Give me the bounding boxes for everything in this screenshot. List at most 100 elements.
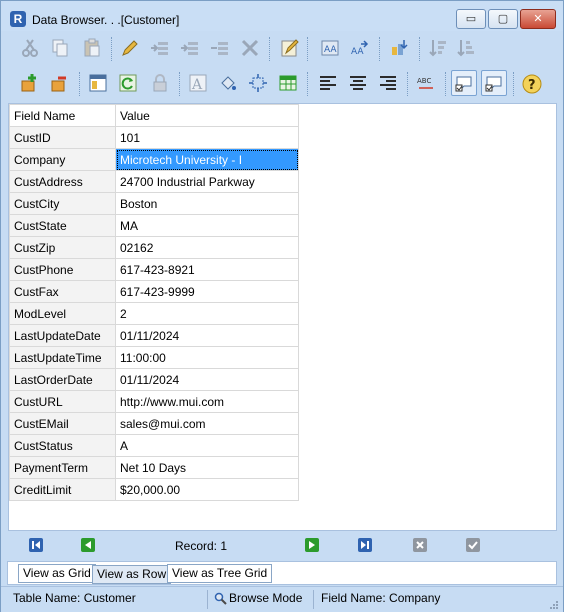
field-name-cell: ModLevel: [9, 302, 116, 325]
add-icon[interactable]: [17, 70, 43, 96]
table-row[interactable]: CustCity Boston: [9, 192, 299, 215]
field-name-cell: CustStatus: [9, 434, 116, 457]
refresh-icon[interactable]: [115, 70, 141, 96]
fit-icon[interactable]: [245, 70, 271, 96]
record-grid: Field Name Value CustID 101 Company Microt…: [9, 104, 299, 501]
table-row[interactable]: CustState MA: [9, 214, 299, 237]
cut-icon[interactable]: [17, 35, 43, 61]
lock-icon[interactable]: [147, 70, 173, 96]
table-row[interactable]: LastUpdateDate 01/11/2024: [9, 324, 299, 347]
align-right-icon[interactable]: [375, 70, 401, 96]
table-row[interactable]: Company Microtech University - I: [9, 148, 299, 171]
next-record-icon[interactable]: [305, 538, 319, 552]
table-row[interactable]: CustStatus A: [9, 434, 299, 457]
first-record-icon[interactable]: [29, 538, 43, 552]
toolbar-separator: [307, 72, 308, 96]
status-divider: [313, 590, 314, 609]
tab-view-as-grid[interactable]: View as Grid: [18, 564, 96, 583]
record-grid-area: Field Name Value CustID 101 Company Microt…: [8, 103, 557, 531]
paste-icon[interactable]: [79, 35, 105, 61]
field-value-cell[interactable]: 01/11/2024: [115, 324, 299, 347]
edit-record-icon[interactable]: [277, 35, 303, 61]
sort-ascending-icon[interactable]: [425, 35, 451, 61]
cancel-icon[interactable]: [413, 538, 427, 552]
field-name-cell: CustEMail: [9, 412, 116, 435]
data-browser-window: R Data Browser. . .[Customer] ▭ ▢ ✕ AA A…: [0, 0, 564, 612]
field-name-cell: CreditLimit: [9, 478, 116, 501]
append-row-icon[interactable]: [207, 35, 233, 61]
svg-text:AA: AA: [351, 47, 364, 57]
insert-row-after-icon[interactable]: [177, 35, 203, 61]
field-value-cell[interactable]: 617-423-8921: [115, 258, 299, 281]
column-header-field-name[interactable]: Field Name: [9, 104, 116, 127]
field-value-cell[interactable]: http://www.mui.com: [115, 390, 299, 413]
field-name-cell: CustFax: [9, 280, 116, 303]
help-icon[interactable]: ?: [519, 70, 545, 96]
table-row[interactable]: CustFax 617-423-9999: [9, 280, 299, 303]
find-next-icon[interactable]: AA: [347, 35, 373, 61]
table-row[interactable]: LastOrderDate 01/11/2024: [9, 368, 299, 391]
field-value-cell[interactable]: sales@mui.com: [115, 412, 299, 435]
field-value-cell[interactable]: 24700 Industrial Parkway: [115, 170, 299, 193]
remove-icon[interactable]: [47, 70, 73, 96]
table-row[interactable]: LastUpdateTime 11:00:00: [9, 346, 299, 369]
font-icon[interactable]: A: [185, 70, 211, 96]
spellcheck-icon[interactable]: ABC: [413, 70, 439, 96]
copy-icon[interactable]: [47, 35, 73, 61]
field-value-cell[interactable]: 2: [115, 302, 299, 325]
field-value-cell[interactable]: 11:00:00: [115, 346, 299, 369]
find-icon[interactable]: AA: [317, 35, 343, 61]
previous-record-icon[interactable]: [81, 538, 95, 552]
toolbar-separator: [445, 72, 446, 96]
resize-grip-icon[interactable]: [549, 599, 559, 609]
field-value-cell[interactable]: 01/11/2024: [115, 368, 299, 391]
svg-text:?: ?: [528, 78, 536, 93]
table-row[interactable]: CustID 101: [9, 126, 299, 149]
table-row[interactable]: CustPhone 617-423-8921: [9, 258, 299, 281]
field-value-cell[interactable]: Net 10 Days: [115, 456, 299, 479]
filter-icon[interactable]: [387, 35, 413, 61]
field-value-cell[interactable]: 617-423-9999: [115, 280, 299, 303]
field-value-cell[interactable]: $20,000.00: [115, 478, 299, 501]
insert-row-before-icon[interactable]: [147, 35, 173, 61]
table-row[interactable]: ModLevel 2: [9, 302, 299, 325]
comment-check-icon[interactable]: [451, 70, 477, 96]
field-value-cell[interactable]: 101: [115, 126, 299, 149]
toolbar-separator: [379, 37, 380, 61]
magnifier-icon: [214, 587, 228, 612]
field-value-cell-selected[interactable]: Microtech University - I: [115, 148, 299, 171]
table-row[interactable]: CustURL http://www.mui.com: [9, 390, 299, 413]
table-row[interactable]: CustZip 02162: [9, 236, 299, 259]
toolbar-separator: [269, 37, 270, 61]
field-value-cell[interactable]: Boston: [115, 192, 299, 215]
status-bar: Table Name: Customer Browse Mode Field N…: [1, 586, 563, 612]
align-center-icon[interactable]: [345, 70, 371, 96]
table-row[interactable]: PaymentTerm Net 10 Days: [9, 456, 299, 479]
sort-descending-icon[interactable]: [453, 35, 479, 61]
tab-view-as-tree-grid[interactable]: View as Tree Grid: [167, 564, 273, 583]
column-header-value[interactable]: Value: [115, 104, 299, 127]
field-value-cell[interactable]: 02162: [115, 236, 299, 259]
layout-icon[interactable]: [85, 70, 111, 96]
fill-color-icon[interactable]: [215, 70, 241, 96]
field-value-cell[interactable]: A: [115, 434, 299, 457]
table-row[interactable]: CustEMail sales@mui.com: [9, 412, 299, 435]
svg-text:AA: AA: [324, 45, 337, 55]
close-button[interactable]: ✕: [520, 9, 556, 29]
tab-view-as-row[interactable]: View as Row: [92, 565, 172, 584]
last-record-icon[interactable]: [358, 538, 372, 552]
table-row[interactable]: CustAddress 24700 Industrial Parkway: [9, 170, 299, 193]
delete-icon[interactable]: [237, 35, 263, 61]
edit-pencil-icon[interactable]: [117, 35, 143, 61]
grid-icon[interactable]: [275, 70, 301, 96]
confirm-icon[interactable]: [466, 538, 480, 552]
field-value-cell[interactable]: MA: [115, 214, 299, 237]
record-navigator: Record: 1: [7, 533, 557, 559]
maximize-button[interactable]: ▢: [488, 9, 518, 29]
minimize-button[interactable]: ▭: [456, 9, 486, 29]
toolbar-separator: [513, 72, 514, 96]
view-tabs: View as Grid View as Row View as Tree Gr…: [7, 561, 557, 585]
comment-check-alt-icon[interactable]: [481, 70, 507, 96]
align-left-icon[interactable]: [315, 70, 341, 96]
table-row[interactable]: CreditLimit $20,000.00: [9, 478, 299, 501]
